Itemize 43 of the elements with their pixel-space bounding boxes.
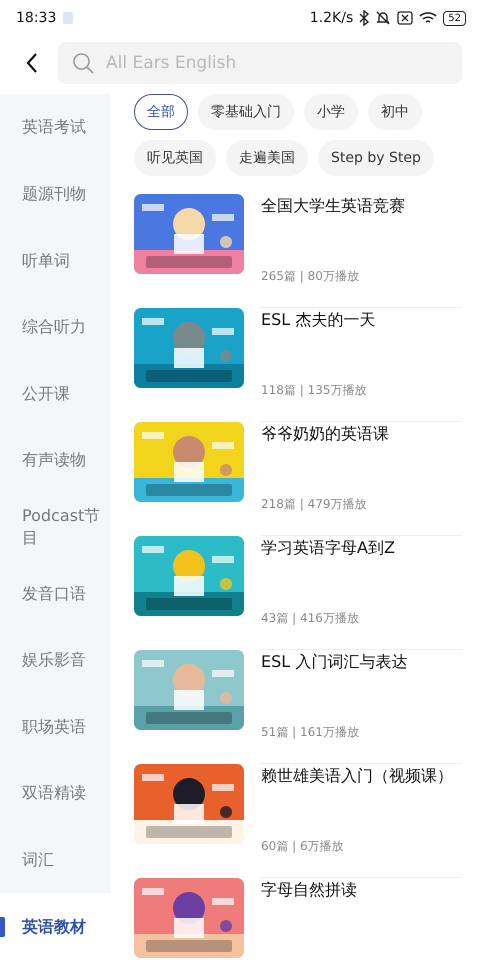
sidebar-item[interactable]: 发音口语 (0, 560, 110, 627)
course-title[interactable]: 学习英语字母A到Z (261, 538, 462, 559)
sidebar-item[interactable]: 公开课 (0, 360, 110, 428)
status-time: 18:33 (16, 10, 56, 26)
filter-chip[interactable]: 全部 (134, 94, 188, 130)
course-stats: 43篇 | 416万播放 (261, 610, 360, 627)
search-icon (72, 52, 94, 74)
sidebar-item[interactable]: 职场英语 (0, 693, 110, 760)
filter-chip[interactable]: 走遍美国 (226, 140, 308, 176)
sidebar-item[interactable]: 综合听力 (0, 294, 110, 360)
back-icon (25, 52, 39, 74)
sidebar-item[interactable]: Podcast节目 (0, 494, 110, 560)
battery-level: 52 (443, 10, 466, 26)
course-title[interactable]: ESL 入门词汇与表达 (261, 652, 462, 673)
course-title[interactable]: ESL 杰夫的一天 (261, 310, 462, 331)
course-stats: 51篇 | 161万播放 (261, 724, 360, 741)
mute-bell-icon (375, 10, 392, 26)
course-title[interactable]: 字母自然拼读 (261, 880, 462, 901)
filter-chip[interactable]: 小学 (304, 94, 358, 130)
sidebar-item[interactable]: 双语精读 (0, 760, 110, 827)
filter-chip[interactable]: 零基础入门 (198, 94, 294, 130)
wifi-icon (419, 11, 438, 25)
sidebar-item[interactable]: 听单词 (0, 227, 110, 294)
filter-chip[interactable]: 初中 (368, 94, 422, 130)
filter-chip[interactable]: 听见英国 (134, 140, 216, 176)
sidebar-item[interactable]: 词汇 (0, 826, 110, 894)
sidebar-item[interactable]: 英语考试 (0, 94, 110, 161)
sidebar-item[interactable]: 题源刊物 (0, 160, 110, 228)
sidebar-item[interactable]: 娱乐影音 (0, 626, 110, 694)
search-bar[interactable]: All Ears English (58, 42, 462, 84)
sim-icon (397, 11, 414, 25)
course-title[interactable]: 赖世雄美语入门（视频课） (261, 766, 462, 787)
filter-chip[interactable]: Step by Step (318, 140, 434, 176)
course-title[interactable]: 爷爷奶奶的英语课 (261, 424, 462, 445)
sidebar-item[interactable]: 有声读物 (0, 427, 110, 494)
network-speed: 1.2K/s (310, 10, 354, 26)
course-title[interactable]: 全国大学生英语竞赛 (261, 196, 462, 217)
course-stats: 265篇 | 80万播放 (261, 268, 360, 285)
bluetooth-icon (359, 10, 370, 26)
course-stats: 118篇 | 135万播放 (261, 382, 368, 399)
course-stats: 60篇 | 6万播放 (261, 838, 345, 855)
course-stats: 218篇 | 479万播放 (261, 496, 368, 513)
search-input[interactable]: All Ears English (104, 52, 448, 74)
